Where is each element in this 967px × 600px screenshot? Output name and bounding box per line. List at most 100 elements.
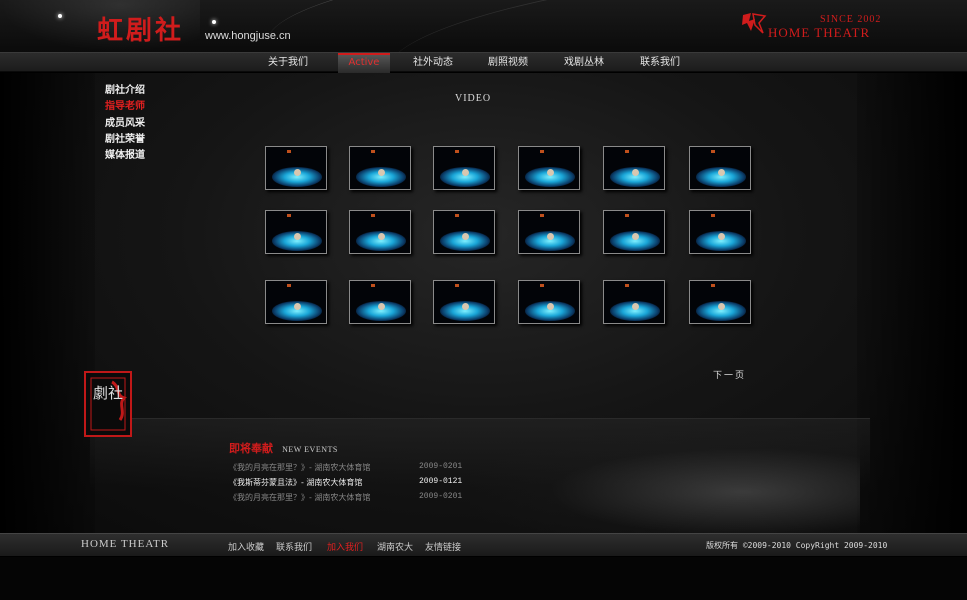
stage-lamp	[540, 284, 544, 287]
stage-lamp	[625, 284, 629, 287]
video-thumbnail[interactable]	[689, 146, 751, 190]
stage-lamp	[625, 214, 629, 217]
video-thumbnail[interactable]	[518, 210, 580, 254]
event-date: 2009-0121	[419, 477, 463, 486]
event-title: 《我的月亮在那里？》- 湖南农大体育馆	[229, 463, 371, 472]
stage-lamp	[455, 214, 459, 217]
sidebar-item-press[interactable]: 媒体报道	[105, 148, 145, 164]
event-item[interactable]: 《我的月亮在那里？》- 湖南农大体育馆 2009-0201	[229, 462, 469, 476]
stage-lamp	[455, 150, 459, 153]
video-thumbnail[interactable]	[603, 210, 665, 254]
performer	[294, 303, 301, 310]
performer	[378, 303, 385, 310]
light-dot	[58, 14, 62, 18]
performer	[547, 169, 554, 176]
footer-link-friends[interactable]: 友情链接	[425, 540, 461, 553]
video-thumbnail[interactable]	[349, 146, 411, 190]
video-thumbnail[interactable]	[433, 146, 495, 190]
performer	[294, 169, 301, 176]
main-nav: 关于我们 Active 社外动态 剧照视频 戏剧丛林 联系我们	[0, 52, 967, 73]
footer-link-join[interactable]: 加入我们	[327, 540, 363, 553]
video-thumbnail[interactable]	[265, 146, 327, 190]
performer	[547, 303, 554, 310]
nav-media[interactable]: 剧照视频	[480, 53, 536, 73]
stage-lamp	[371, 284, 375, 287]
nav-drama[interactable]: 戏剧丛林	[556, 53, 612, 73]
events-title-cn: 即将奉献	[229, 442, 273, 455]
light-dot	[212, 20, 216, 24]
performer	[462, 303, 469, 310]
event-title: 《我斯蒂芬蒙且法》- 湖南农大体育馆	[229, 478, 363, 487]
stage-lamp	[455, 284, 459, 287]
header: 虹剧社 www.hongjuse.cn SINCE 2002 HOME THEA…	[0, 0, 967, 52]
video-thumbnail[interactable]	[689, 210, 751, 254]
video-thumbnail[interactable]	[433, 210, 495, 254]
theatre-mask-icon	[742, 13, 767, 34]
performer	[632, 169, 639, 176]
seal-logo: 劇社	[84, 371, 132, 437]
nav-about[interactable]: 关于我们	[258, 53, 318, 73]
site-logo[interactable]: 虹剧社	[97, 10, 184, 47]
page-bottom	[0, 557, 967, 600]
sidebar-item-teachers[interactable]: 指导老师	[105, 99, 145, 115]
video-thumbnail[interactable]	[518, 146, 580, 190]
since-label: SINCE 2002	[820, 14, 882, 25]
performer	[462, 169, 469, 176]
sidebar-item-intro[interactable]: 剧社介绍	[105, 83, 145, 99]
video-thumbnail[interactable]	[265, 280, 327, 324]
performer	[378, 233, 385, 240]
performer	[718, 169, 725, 176]
events-title-en: NEW EVENTS	[282, 445, 338, 454]
footer-link-university[interactable]: 湖南农大	[377, 540, 413, 553]
stage-lamp	[287, 284, 291, 287]
sidebar: 剧社介绍 指导老师 成员风采 剧社荣誉 媒体报道	[105, 83, 145, 164]
video-thumbnail[interactable]	[265, 210, 327, 254]
performer	[718, 303, 725, 310]
footer-link-bookmark[interactable]: 加入收藏	[228, 540, 264, 553]
footer: HOME THEATR 加入收藏 联系我们 加入我们 湖南农大 友情链接 版权所…	[0, 533, 967, 557]
nav-contact[interactable]: 联系我们	[632, 53, 688, 73]
brand-name: HOME THEATR	[768, 25, 871, 40]
sidebar-item-honors[interactable]: 剧社荣誉	[105, 132, 145, 148]
stage-lamp	[540, 214, 544, 217]
site-url: www.hongjuse.cn	[205, 30, 291, 42]
performer	[294, 233, 301, 240]
copyright: 版权所有 ©2009-2010 CopyRight 2009-2010	[706, 541, 888, 550]
next-page-link[interactable]: 下一页	[713, 368, 746, 381]
video-thumbnail[interactable]	[349, 210, 411, 254]
page-title: VIDEO	[455, 93, 492, 104]
event-date: 2009-0201	[419, 462, 463, 471]
sidebar-item-members[interactable]: 成员风采	[105, 116, 145, 132]
stage-lamp	[371, 214, 375, 217]
stage-lamp	[711, 214, 715, 217]
nav-news[interactable]: 社外动态	[405, 53, 461, 73]
video-thumbnail[interactable]	[603, 280, 665, 324]
video-thumbnail[interactable]	[349, 280, 411, 324]
footer-brand: HOME THEATR	[81, 538, 170, 550]
shade-decoration	[0, 73, 95, 533]
event-item[interactable]: 《我的月亮在那里？》- 湖南农大体育馆 2009-0201	[229, 492, 469, 506]
stage-lamp	[711, 150, 715, 153]
event-title: 《我的月亮在那里？》- 湖南农大体育馆	[229, 493, 371, 502]
seal-text: 劇社	[93, 384, 123, 402]
video-thumbnail[interactable]	[518, 280, 580, 324]
video-thumbnail[interactable]	[603, 146, 665, 190]
footer-link-contact[interactable]: 联系我们	[276, 540, 312, 553]
performer	[462, 233, 469, 240]
event-item[interactable]: 《我斯蒂芬蒙且法》- 湖南农大体育馆 2009-0121	[229, 477, 469, 491]
video-thumbnail[interactable]	[689, 280, 751, 324]
performer	[718, 233, 725, 240]
performer	[547, 233, 554, 240]
nav-active[interactable]: Active	[338, 53, 390, 73]
video-thumbnail[interactable]	[433, 280, 495, 324]
performer	[632, 233, 639, 240]
stage-lamp	[371, 150, 375, 153]
events-heading: 即将奉献 NEW EVENTS	[229, 437, 338, 456]
performer	[632, 303, 639, 310]
performer	[378, 169, 385, 176]
stage-lamp	[625, 150, 629, 153]
stage-lamp	[711, 284, 715, 287]
rubble-decoration	[470, 430, 860, 533]
stage-lamp	[287, 150, 291, 153]
stage-lamp	[287, 214, 291, 217]
